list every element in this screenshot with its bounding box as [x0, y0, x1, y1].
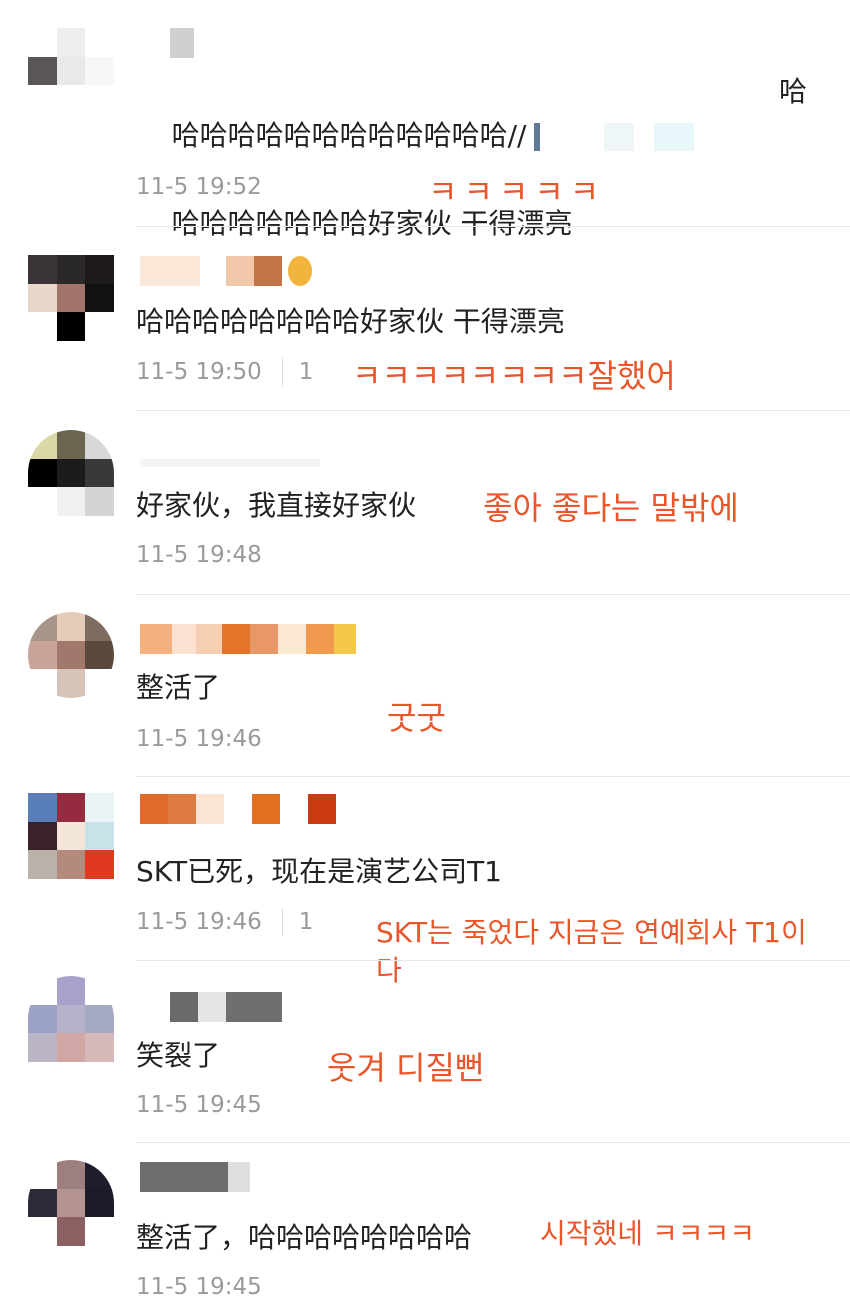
timestamp: 11-5 19:46	[136, 726, 262, 752]
username[interactable]	[140, 1162, 250, 1192]
translation-annotation: ㅋㅋㅋㅋㅋ	[428, 173, 606, 211]
divider	[136, 594, 850, 595]
divider	[136, 960, 850, 961]
comment-text: 整活了	[136, 671, 221, 704]
username[interactable]	[140, 28, 194, 58]
translation-annotation: SKT는 죽었다 지금은 연예회사 T1이 다	[376, 916, 807, 987]
divider	[136, 1142, 850, 1143]
comment-meta: 11-5 19:45	[136, 1274, 262, 1300]
translation-annotation: 굿굿	[387, 699, 446, 737]
avatar[interactable]	[28, 255, 114, 341]
comment-meta: 11-5 19:45	[136, 1092, 262, 1118]
translation-annotation: ㅋㅋㅋㅋㅋㅋㅋㅋ잘했어	[352, 357, 676, 395]
avatar[interactable]	[28, 976, 114, 1062]
username[interactable]	[140, 794, 336, 824]
comment-meta: 11-5 19:48	[136, 542, 262, 568]
username[interactable]	[140, 624, 356, 654]
timestamp: 11-5 19:45	[136, 1274, 262, 1300]
comment-meta: 11-5 19:50 1	[136, 358, 313, 386]
mention-blur[interactable]	[534, 123, 695, 151]
timestamp: 11-5 19:48	[136, 542, 262, 568]
comment-meta: 11-5 19:46	[136, 726, 262, 752]
comment-text-cont: 哈	[779, 75, 808, 108]
vip-badge-icon	[288, 256, 312, 286]
username[interactable]	[140, 992, 282, 1022]
translation-annotation: 좋아 좋다는 말밖에	[483, 489, 739, 527]
reply-count[interactable]: 1	[299, 359, 314, 385]
meta-separator	[281, 908, 283, 936]
timestamp: 11-5 19:52	[136, 174, 262, 200]
timestamp: 11-5 19:50	[136, 359, 262, 385]
comment-text: SKT已死，现在是演艺公司T1	[136, 855, 502, 888]
divider	[136, 776, 850, 777]
translation-annotation: 웃겨 디질뻔	[327, 1049, 485, 1087]
translation-annotation: 시작했네 ㅋㅋㅋㅋ	[540, 1217, 755, 1250]
timestamp: 11-5 19:46	[136, 909, 262, 935]
username[interactable]	[140, 448, 320, 478]
divider	[136, 410, 850, 411]
comment-meta: 11-5 19:52	[136, 174, 262, 200]
timestamp: 11-5 19:45	[136, 1092, 262, 1118]
avatar[interactable]	[28, 1160, 114, 1246]
avatar[interactable]	[28, 28, 114, 114]
avatar[interactable]	[28, 612, 114, 698]
comment-text: 哈哈哈哈哈哈哈哈好家伙 干得漂亮	[136, 305, 565, 338]
avatar[interactable]	[28, 793, 114, 879]
comment-text-line1: 哈哈哈哈哈哈哈哈哈哈哈哈//	[171, 119, 527, 152]
meta-separator	[281, 358, 283, 386]
reply-count[interactable]: 1	[299, 909, 314, 935]
divider	[136, 226, 850, 227]
avatar[interactable]	[28, 430, 114, 516]
username[interactable]	[140, 256, 312, 286]
comment-meta: 11-5 19:46 1	[136, 908, 313, 936]
